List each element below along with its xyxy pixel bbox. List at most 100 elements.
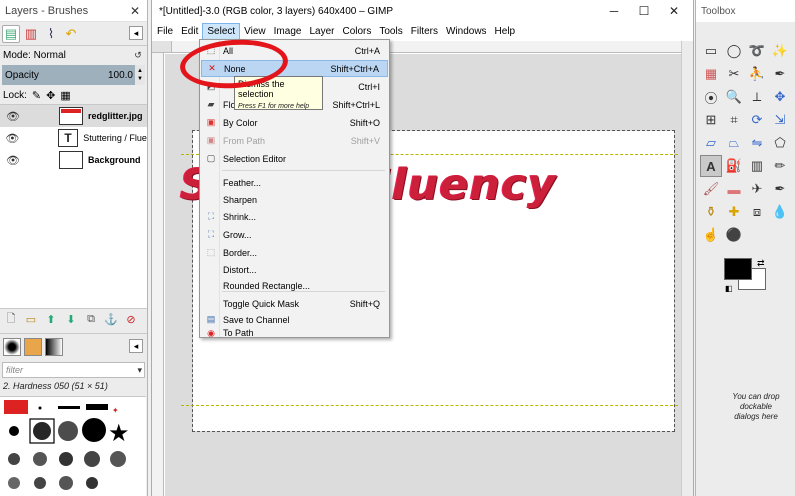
tab-menu-icon[interactable]: ◂ <box>129 26 143 40</box>
cage-transform-icon[interactable]: ⬠ <box>769 132 791 154</box>
duplicate-layer-icon[interactable]: ⧉ <box>84 313 98 326</box>
scissors-icon[interactable]: ✂ <box>723 63 745 85</box>
chevron-down-icon[interactable]: ▾ <box>137 365 142 376</box>
menu-file[interactable]: File <box>153 23 177 41</box>
lower-layer-icon[interactable]: ⬇ <box>64 313 78 326</box>
new-layer-group-icon[interactable]: ▭ <box>24 313 38 326</box>
pencil-icon[interactable]: ✏ <box>769 155 791 177</box>
lock-alpha-icon[interactable]: ▦ <box>60 89 70 102</box>
move-icon[interactable]: ✥ <box>769 86 791 108</box>
shear-icon[interactable]: ▱ <box>700 132 722 154</box>
rect-select-icon[interactable]: ▭ <box>700 40 722 62</box>
brush-grid[interactable]: ✦ ★ <box>0 396 146 496</box>
menu-item-border[interactable]: ⬚ Border... <box>201 244 388 261</box>
mode-selector[interactable]: Mode: Normal ↺ <box>0 46 147 64</box>
dodge-burn-icon[interactable]: ⚫ <box>723 224 745 246</box>
free-select-icon[interactable]: ➰ <box>746 40 768 62</box>
rotate-icon[interactable]: ⟳ <box>746 109 768 131</box>
bucket-fill-icon[interactable]: ⛽ <box>723 155 745 177</box>
raise-layer-icon[interactable]: ⬆ <box>44 313 58 326</box>
heal-icon[interactable]: ✚ <box>723 201 745 223</box>
layers-tab-icon[interactable]: ▤ <box>2 24 20 43</box>
eye-icon[interactable]: 👁 <box>4 132 21 145</box>
opacity-slider[interactable]: Opacity 100.0 ▲ ▼ <box>2 65 145 85</box>
color-picker-icon[interactable]: ⦿ <box>700 86 722 108</box>
eye-icon[interactable]: 👁 <box>4 154 22 167</box>
new-layer-icon[interactable]: 🗋 <box>4 310 18 329</box>
clone-icon[interactable]: ⚱ <box>700 201 722 223</box>
menu-item-feather[interactable]: Feather... <box>201 174 388 191</box>
blur-icon[interactable]: 💧 <box>769 201 791 223</box>
layer-row[interactable]: 👁 T Stuttering / Fluen <box>0 127 147 149</box>
opacity-spinner[interactable]: ▲ ▼ <box>135 65 145 85</box>
patterns-tab-icon[interactable] <box>24 337 42 356</box>
mode-reset-icon[interactable]: ↺ <box>131 48 145 62</box>
menu-select[interactable]: Select <box>202 22 241 41</box>
menu-filters[interactable]: Filters <box>407 23 442 41</box>
menu-item-save-to-channel[interactable]: ▤ Save to Channel <box>201 311 388 328</box>
delete-layer-icon[interactable]: ⊘ <box>124 313 138 326</box>
anchor-layer-icon[interactable]: ⚓ <box>104 313 118 326</box>
menu-image[interactable]: Image <box>270 23 306 41</box>
paths-tab-icon[interactable]: ⌇ <box>42 25 60 43</box>
menu-help[interactable]: Help <box>491 23 520 41</box>
blend-icon[interactable]: ▥ <box>746 155 768 177</box>
vertical-ruler[interactable] <box>152 53 164 496</box>
toolbox-titlebar: Toolbox <box>696 0 795 22</box>
measure-icon[interactable]: ⟂ <box>746 86 768 108</box>
eraser-icon[interactable]: ▬ <box>723 178 745 200</box>
menu-item-toggle-quick-mask[interactable]: Toggle Quick Mask Shift+Q <box>201 295 388 312</box>
paintbrush-icon[interactable]: 🖌 <box>700 178 722 200</box>
ellipse-select-icon[interactable]: ◯ <box>723 40 745 62</box>
airbrush-icon[interactable]: ✈ <box>746 178 768 200</box>
default-colors-icon[interactable]: ◧ <box>725 284 733 293</box>
smudge-icon[interactable]: ☝ <box>700 224 722 246</box>
menu-item-sharpen[interactable]: Sharpen <box>201 191 388 208</box>
menu-item-by-color[interactable]: ▣ By Color Shift+O <box>201 114 388 131</box>
foreground-select-icon[interactable]: ⛹ <box>746 63 768 85</box>
eye-icon[interactable]: 👁 <box>4 110 22 123</box>
channels-tab-icon[interactable]: ▥ <box>22 25 40 43</box>
ruler-corner[interactable] <box>152 41 172 53</box>
layer-row[interactable]: 👁 Background <box>0 149 147 171</box>
menu-windows[interactable]: Windows <box>442 23 491 41</box>
menu-item-shortcut: Ctrl+A <box>354 45 380 56</box>
menu-item-grow[interactable]: ⛶ Grow... <box>201 226 388 243</box>
layer-row[interactable]: 👁 redglitter.jpg <box>0 105 147 127</box>
vertical-scrollbar[interactable] <box>681 41 693 496</box>
menu-edit[interactable]: Edit <box>177 23 202 41</box>
menu-colors[interactable]: Colors <box>338 23 375 41</box>
menu-item-from-path: ▣ From Path Shift+V <box>201 132 388 149</box>
maximize-icon[interactable]: ☐ <box>629 0 659 22</box>
menu-item-to-path[interactable]: ◉ To Path <box>201 327 388 339</box>
perspective-clone-icon[interactable]: ⧈ <box>746 201 768 223</box>
tab-menu-icon[interactable]: ◂ <box>129 339 143 353</box>
select-by-color-icon[interactable]: ▦ <box>700 63 722 85</box>
undo-history-tab-icon[interactable]: ↶ <box>62 25 80 43</box>
zoom-icon[interactable]: 🔍 <box>723 86 745 108</box>
brush-filter-input[interactable]: filter ▾ <box>2 362 145 378</box>
lock-pixels-icon[interactable]: ✎ <box>32 89 41 102</box>
brushes-tab-icon[interactable] <box>3 337 21 356</box>
lock-position-icon[interactable]: ✥ <box>46 89 55 102</box>
menu-item-distort[interactable]: Distort... <box>201 261 388 278</box>
text-tool-icon[interactable]: A <box>700 155 722 177</box>
close-icon[interactable]: ✕ <box>127 3 143 19</box>
foreground-color[interactable] <box>724 258 752 280</box>
ink-icon[interactable]: ✒ <box>769 178 791 200</box>
close-icon[interactable]: ✕ <box>659 0 689 22</box>
minimize-icon[interactable]: ─ <box>599 0 629 22</box>
scale-icon[interactable]: ⇲ <box>769 109 791 131</box>
menu-view[interactable]: View <box>240 23 270 41</box>
gradients-tab-icon[interactable] <box>45 337 63 356</box>
menu-item-shrink[interactable]: ⛶ Shrink... <box>201 208 388 225</box>
fuzzy-select-icon[interactable]: ✨ <box>769 40 791 62</box>
perspective-icon[interactable]: ⏢ <box>723 132 745 154</box>
paths-icon[interactable]: ✒ <box>769 63 791 85</box>
align-icon[interactable]: ⊞ <box>700 109 722 131</box>
menu-item-selection-editor[interactable]: ▢ Selection Editor <box>201 150 388 167</box>
menu-tools[interactable]: Tools <box>375 23 406 41</box>
menu-layer[interactable]: Layer <box>305 23 338 41</box>
crop-icon[interactable]: ⌗ <box>723 109 745 131</box>
flip-icon[interactable]: ⇋ <box>746 132 768 154</box>
